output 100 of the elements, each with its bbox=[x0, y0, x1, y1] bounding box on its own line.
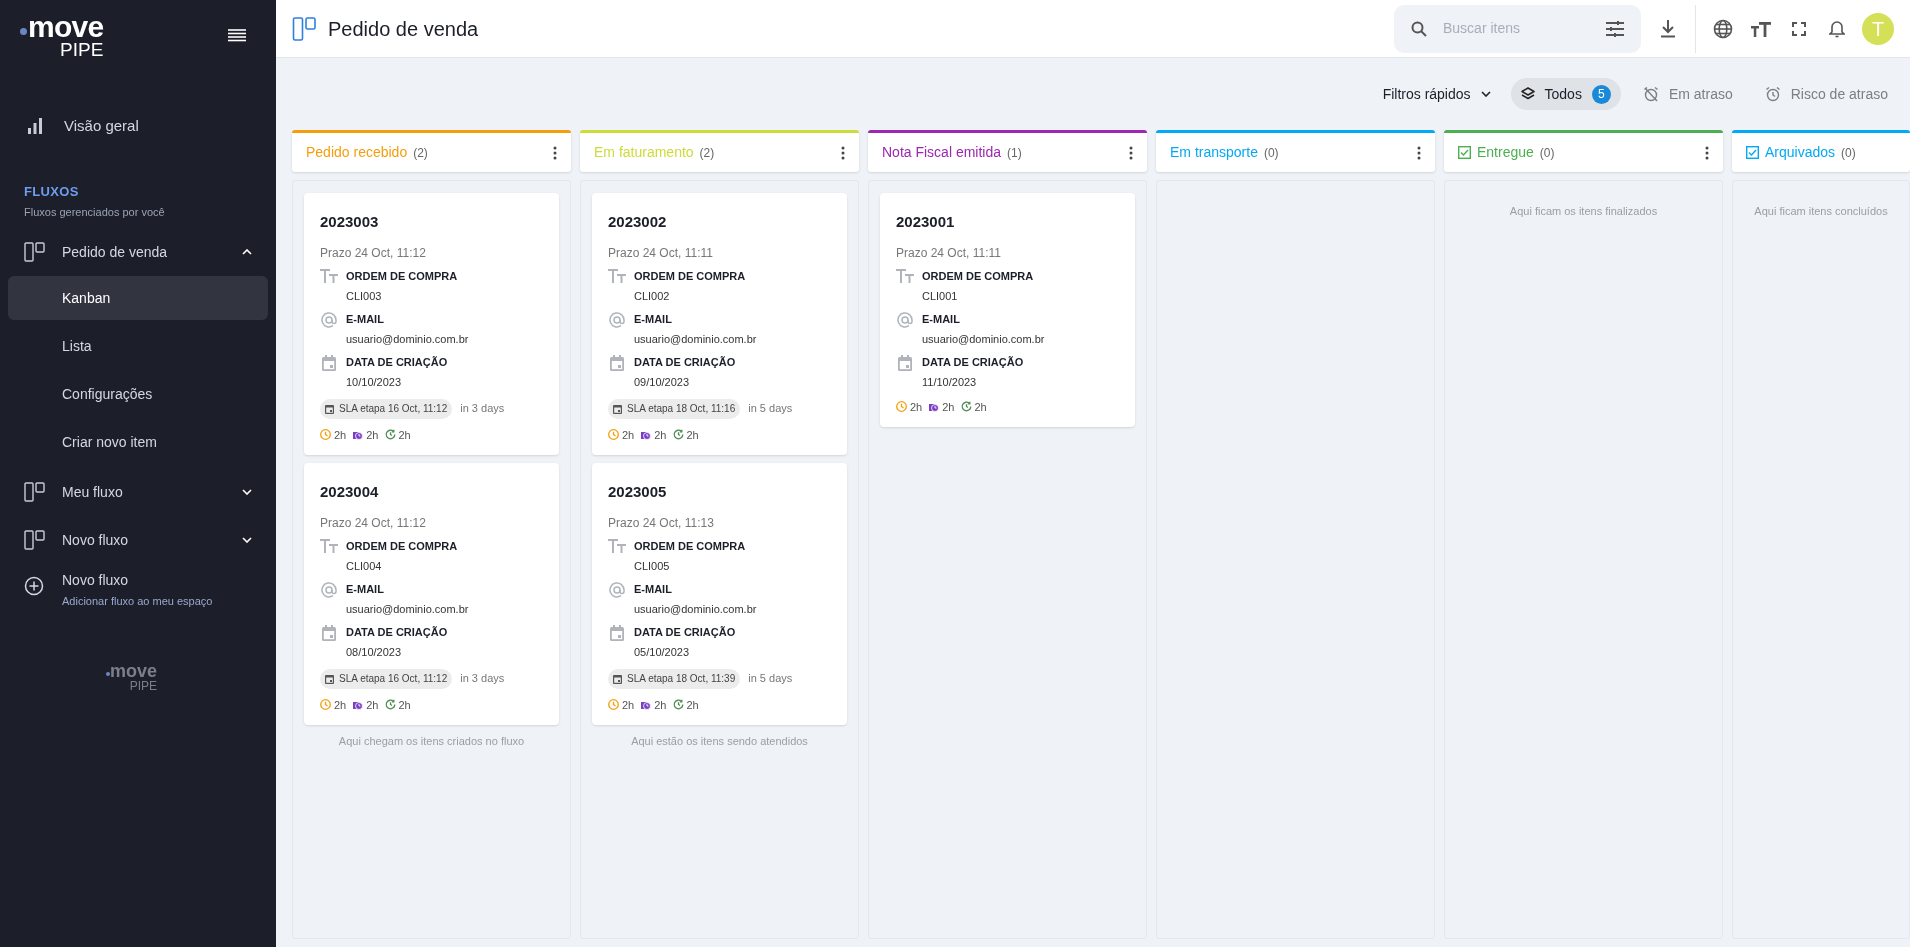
column-count: (0) bbox=[1841, 144, 1857, 162]
chevron-down-icon bbox=[1480, 91, 1491, 97]
deadline: Prazo 24 Oct, 11:11 bbox=[896, 244, 1002, 262]
column-hint: Aqui estão os itens sendo atendidos bbox=[631, 734, 808, 749]
calendar-icon bbox=[898, 354, 912, 371]
timer: 2h bbox=[352, 426, 379, 443]
item-id: 2023001 bbox=[896, 212, 956, 232]
column-count: (0) bbox=[1539, 144, 1556, 162]
bag-clock-icon bbox=[640, 429, 652, 441]
layers-icon bbox=[1520, 87, 1535, 101]
fullscreen-icon[interactable] bbox=[1792, 21, 1806, 36]
field-value: usuario@dominio.com.br bbox=[634, 602, 757, 617]
column-count: (2) bbox=[699, 144, 716, 162]
field-label: DATA DE CRIAÇÃO bbox=[346, 624, 448, 640]
bell-icon[interactable] bbox=[1829, 19, 1845, 38]
item-card[interactable]: 2023002 Prazo 24 Oct, 11:11 ORDEM DE COMPRA CLI002 E-MAIL usuario@dominio.com.br DATA DE CRIAÇÃO 09/10/2023 SLA etapa 18 Oct, 11:16 in 5 days 2h 2h 2h bbox=[592, 193, 847, 455]
calendar-icon bbox=[322, 354, 336, 371]
clock-icon bbox=[608, 699, 619, 711]
flow-item[interactable]: Novo fluxo bbox=[0, 516, 276, 564]
add-circle-icon bbox=[24, 576, 44, 596]
due-text: in 5 days bbox=[748, 671, 793, 687]
calendar-icon bbox=[325, 403, 334, 414]
search-bar[interactable]: Buscar itens bbox=[1394, 4, 1641, 53]
globe-icon[interactable] bbox=[1713, 18, 1733, 39]
timer: 2h bbox=[320, 696, 347, 713]
more-vertical-icon[interactable] bbox=[1417, 145, 1421, 160]
item-card[interactable]: 2023004 Prazo 24 Oct, 11:12 ORDEM DE COMPRA CLI004 E-MAIL usuario@dominio.com.br DATA DE CRIAÇÃO 08/10/2023 SLA etapa 16 Oct, 11:12 in 3 days 2h 2h 2h bbox=[304, 463, 559, 725]
field-value: usuario@dominio.com.br bbox=[634, 332, 757, 347]
calendar-icon bbox=[322, 624, 336, 641]
text-size-icon[interactable] bbox=[1751, 20, 1771, 37]
calendar-icon bbox=[613, 673, 622, 684]
subnav-item[interactable]: Lista bbox=[8, 324, 268, 368]
sla-tag: SLA etapa 18 Oct, 11:16 bbox=[608, 398, 741, 419]
column-title: Em faturamento bbox=[594, 143, 694, 162]
column-count: (2) bbox=[413, 144, 429, 162]
at-sign-icon bbox=[897, 311, 913, 328]
field-label: ORDEM DE COMPRA bbox=[634, 538, 746, 554]
calendar-icon bbox=[613, 403, 622, 414]
flow-item[interactable]: Meu fluxo bbox=[0, 468, 276, 516]
logo: move PIPE bbox=[20, 12, 104, 59]
filter-chip[interactable]: Risco de atraso bbox=[1754, 78, 1898, 110]
more-vertical-icon[interactable] bbox=[1129, 145, 1133, 160]
overview-link[interactable]: Visão geral bbox=[0, 108, 276, 144]
search-field[interactable]: Buscar itens bbox=[1443, 18, 1590, 39]
field-label: ORDEM DE COMPRA bbox=[922, 268, 1034, 284]
filter-chip[interactable]: Em atraso bbox=[1632, 78, 1743, 110]
clock-icon bbox=[320, 699, 331, 711]
quick-filters-dropdown[interactable]: Filtros rápidos bbox=[1382, 83, 1491, 105]
count-badge: 5 bbox=[1591, 84, 1611, 104]
refresh-clock-icon bbox=[960, 401, 972, 413]
item-card[interactable]: 2023003 Prazo 24 Oct, 11:12 ORDEM DE COMPRA CLI003 E-MAIL usuario@dominio.com.br DATA DE CRIAÇÃO 10/10/2023 SLA etapa 16 Oct, 11:12 in 3 days 2h 2h 2h bbox=[304, 193, 559, 455]
item-card[interactable]: 2023005 Prazo 24 Oct, 11:13 ORDEM DE COMPRA CLI005 E-MAIL usuario@dominio.com.br DATA DE CRIAÇÃO 05/10/2023 SLA etapa 18 Oct, 11:39 in 5 days 2h 2h 2h bbox=[592, 463, 847, 725]
timer: 2h bbox=[960, 398, 987, 415]
checkbox-icon bbox=[1746, 146, 1759, 159]
field-label: DATA DE CRIAÇÃO bbox=[634, 624, 736, 640]
at-sign-icon bbox=[321, 581, 337, 598]
filter-chip[interactable]: Todos 5 bbox=[1510, 78, 1621, 110]
timer: 2h bbox=[640, 426, 667, 443]
refresh-clock-icon bbox=[384, 429, 396, 441]
timer: 2h bbox=[320, 426, 347, 443]
field-value: usuario@dominio.com.br bbox=[346, 602, 469, 617]
text-icon bbox=[608, 538, 626, 553]
deadline: Prazo 24 Oct, 11:13 bbox=[608, 514, 715, 532]
field-label: E-MAIL bbox=[346, 581, 385, 597]
add-flow-link[interactable]: Novo fluxo bbox=[62, 570, 213, 591]
more-vertical-icon[interactable] bbox=[841, 145, 845, 160]
field-label: ORDEM DE COMPRA bbox=[634, 268, 746, 284]
column-count: (0) bbox=[1263, 144, 1280, 162]
subnav-item[interactable]: Criar novo item bbox=[8, 420, 268, 464]
board-icon bbox=[292, 15, 318, 42]
section-subtitle: Fluxos gerenciados por você bbox=[24, 204, 166, 220]
at-sign-icon bbox=[609, 581, 625, 598]
item-id: 2023002 bbox=[608, 212, 668, 232]
subnav-item[interactable]: Kanban bbox=[8, 276, 268, 320]
item-card[interactable]: 2023001 Prazo 24 Oct, 11:11 ORDEM DE COMPRA CLI001 E-MAIL usuario@dominio.com.br DATA DE CRIAÇÃO 11/10/2023 2h 2h 2h bbox=[880, 193, 1135, 427]
menu-icon[interactable] bbox=[228, 27, 246, 44]
download-icon[interactable] bbox=[1660, 19, 1676, 38]
field-label: E-MAIL bbox=[346, 311, 385, 327]
flow-item[interactable]: Pedido de venda bbox=[0, 228, 276, 276]
subnav-item[interactable]: Configurações bbox=[8, 372, 268, 416]
sla-tag: SLA etapa 18 Oct, 11:39 bbox=[608, 668, 741, 689]
field-label: DATA DE CRIAÇÃO bbox=[634, 354, 736, 370]
deadline: Prazo 24 Oct, 11:12 bbox=[320, 244, 427, 262]
chevron-down-icon bbox=[242, 489, 252, 495]
field-label: E-MAIL bbox=[634, 311, 673, 327]
board-icon bbox=[24, 481, 46, 503]
item-id: 2023005 bbox=[608, 482, 668, 502]
calendar-icon bbox=[610, 354, 624, 371]
timer: 2h bbox=[608, 426, 635, 443]
column-title: Entregue bbox=[1477, 143, 1534, 162]
column-title: Em transporte bbox=[1170, 143, 1258, 162]
more-vertical-icon[interactable] bbox=[1705, 145, 1709, 160]
calendar-icon bbox=[610, 624, 624, 641]
more-vertical-icon[interactable] bbox=[553, 145, 557, 160]
alarm-off-icon bbox=[1642, 86, 1659, 102]
timer: 2h bbox=[384, 426, 411, 443]
timer: 2h bbox=[672, 696, 699, 713]
column-count: (1) bbox=[1007, 144, 1023, 162]
due-text: in 5 days bbox=[748, 401, 793, 417]
text-icon bbox=[896, 268, 914, 283]
